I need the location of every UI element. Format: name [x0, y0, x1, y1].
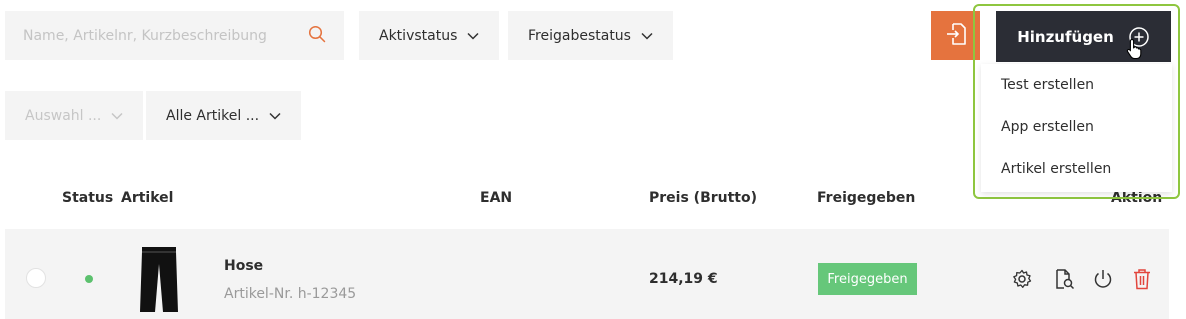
selection-label: Auswahl ... [25, 107, 102, 124]
settings-icon[interactable] [1010, 267, 1034, 291]
product-price: 214,19 € [649, 271, 718, 287]
released-badge: Freigegeben [818, 263, 917, 295]
menu-item-create-test[interactable]: Test erstellen [981, 64, 1172, 106]
search-field[interactable]: Name, Artikelnr, Kurzbeschreibung [5, 11, 344, 60]
menu-item-create-app[interactable]: App erstellen [981, 106, 1172, 148]
column-header-ean: EAN [480, 190, 513, 206]
add-button-label: Hinzufügen [1017, 27, 1114, 46]
add-button[interactable]: Hinzufügen [996, 11, 1171, 62]
product-sku: Artikel-Nr. h-12345 [224, 286, 357, 302]
column-header-status: Status [62, 190, 114, 206]
release-status-dropdown[interactable]: Freigabestatus [508, 11, 673, 60]
preview-document-icon[interactable] [1052, 267, 1076, 291]
release-status-label: Freigabestatus [528, 27, 631, 44]
search-input[interactable]: Name, Artikelnr, Kurzbeschreibung [23, 28, 267, 44]
column-header-released: Freigegeben [817, 190, 916, 206]
column-header-article: Artikel [121, 190, 174, 206]
status-indicator [85, 275, 93, 283]
table-row[interactable]: Hose Artikel-Nr. h-12345 214,19 € Freige… [5, 229, 1169, 319]
import-icon [945, 22, 967, 50]
chevron-down-icon [641, 32, 653, 40]
chevron-down-icon [111, 112, 123, 120]
active-status-dropdown[interactable]: Aktivstatus [359, 11, 500, 60]
product-name[interactable]: Hose [224, 258, 263, 274]
add-dropdown-menu: Test erstellen App erstellen Artikel ers… [981, 64, 1172, 192]
all-articles-label: Alle Artikel ... [166, 107, 260, 124]
row-select-radio[interactable] [26, 268, 46, 288]
trash-icon[interactable] [1130, 267, 1154, 291]
search-icon[interactable] [308, 25, 326, 47]
hand-cursor-icon [1126, 38, 1144, 64]
active-status-label: Aktivstatus [379, 27, 458, 44]
all-articles-dropdown[interactable]: Alle Artikel ... [146, 91, 302, 140]
menu-item-create-article[interactable]: Artikel erstellen [981, 148, 1172, 190]
chevron-down-icon [269, 112, 281, 120]
power-icon[interactable] [1091, 267, 1115, 291]
column-header-price: Preis (Brutto) [649, 190, 758, 206]
selection-dropdown[interactable]: Auswahl ... [5, 91, 144, 140]
chevron-down-icon [467, 32, 479, 40]
product-thumbnail [138, 246, 180, 313]
